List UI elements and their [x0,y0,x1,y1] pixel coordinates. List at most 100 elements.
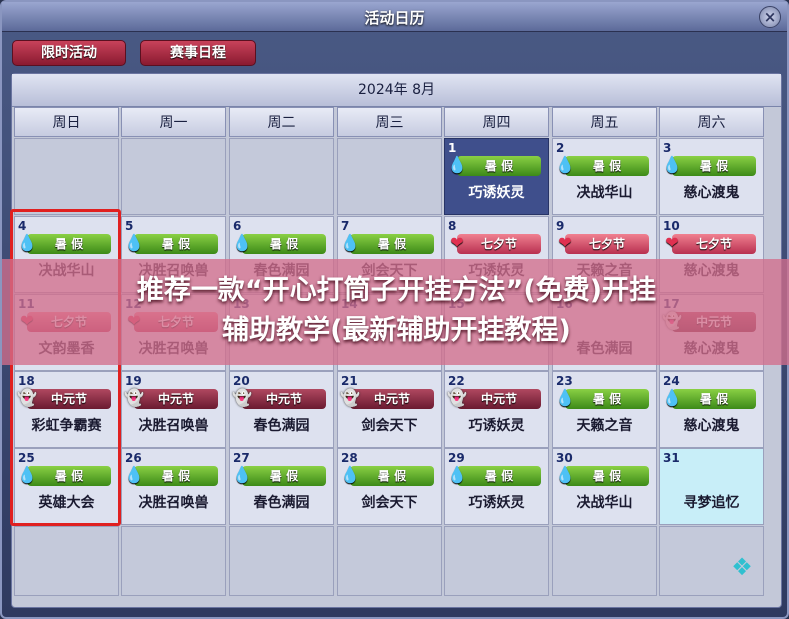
calendar-empty-cell [229,526,334,596]
event-name: 剑会天下 [361,418,418,434]
calendar-day-cell[interactable]: 21 👻 中元节剑会天下 [337,371,442,448]
day-number: 31 [663,451,680,465]
event-name: 决战华山 [576,495,633,511]
heart-icon: ❤ [665,233,679,252]
holiday-badge-label: 中元节 [157,392,194,406]
calendar-day-cell[interactable]: 30 💧 暑 假决战华山 [552,448,657,525]
holiday-badge: 💧 暑 假 [124,465,218,486]
event-name: 寻梦追忆 [683,495,740,511]
holiday-badge-label: 暑 假 [592,469,622,483]
holiday-badge-label: 中元节 [480,392,517,406]
holiday-badge: 💧 暑 假 [232,465,326,486]
ghost-icon: 👻 [447,388,467,407]
tab-event-schedule[interactable]: 赛事日程 [140,40,256,66]
activity-calendar-window: 活动日历 × 限时活动 赛事日程 2024年 8月 周日 周一 周二 周三 周四 周五 周六… [0,0,789,619]
overlay-line-2: 辅助教学(最新辅助开挂教程) [222,315,571,346]
calendar-day-cell[interactable]: 3 💧 暑 假慈心渡鬼 [659,138,764,215]
day-number: 1 [448,141,457,155]
event-name: 巧诱妖灵 [468,495,525,511]
calendar-day-cell[interactable]: 28 💧 暑 假剑会天下 [337,448,442,525]
calendar-day-cell[interactable]: 29 💧 暑 假巧诱妖灵 [444,448,549,525]
ghost-icon: 👻 [232,388,252,407]
highlight-box [10,209,121,526]
day-number: 21 [341,374,358,388]
calendar-day-cell[interactable]: 31 寻梦追忆 [659,448,764,525]
holiday-badge-label: 暑 假 [377,237,407,251]
water-drop-icon: 💧 [124,465,144,484]
day-number: 24 [663,374,680,388]
close-icon[interactable]: × [759,6,781,28]
day-number: 23 [556,374,573,388]
water-drop-icon: 💧 [340,233,360,252]
holiday-badge-label: 七夕节 [480,237,517,251]
holiday-badge: 💧 暑 假 [340,465,434,486]
holiday-badge-label: 暑 假 [269,237,299,251]
calendar-empty-cell [14,526,119,596]
calendar-day-cell[interactable]: 22 👻 中元节巧诱妖灵 [444,371,549,448]
calendar-day-cell[interactable]: 1 💧 暑 假巧诱妖灵 [444,138,549,215]
day-number: 10 [663,219,680,233]
holiday-badge-label: 暑 假 [377,469,407,483]
weekday-header-cell: 周三 [337,107,442,137]
water-drop-icon: 💧 [232,465,252,484]
holiday-badge-label: 暑 假 [592,392,622,406]
holiday-badge-label: 七夕节 [588,237,625,251]
event-name: 剑会天下 [361,495,418,511]
event-name: 春色满园 [253,495,310,511]
holiday-badge-label: 暑 假 [161,237,191,251]
water-drop-icon: 💧 [555,388,575,407]
calendar-day-cell[interactable]: 20 👻 中元节 春色满园 [229,371,334,448]
heart-icon: ❤ [450,233,464,252]
water-drop-icon: 💧 [124,233,144,252]
calendar-empty-cell [121,138,226,215]
holiday-badge-label: 中元节 [373,392,410,406]
water-drop-icon: 💧 [447,155,467,174]
holiday-badge-label: 暑 假 [161,469,191,483]
overlay-line-1: 推荐一款“开心打筒子开挂方法”(免费)开挂 [136,275,657,306]
holiday-badge: 💧 暑 假 [232,233,326,254]
holiday-badge-label: 七夕节 [695,237,732,251]
event-name: 决胜召唤兽 [138,495,209,511]
holiday-badge: 💧 暑 假 [555,388,649,409]
day-number: 22 [448,374,465,388]
tab-limited-activities[interactable]: 限时活动 [12,40,126,66]
calendar-day-cell[interactable]: 24 💧 暑 假慈心渡鬼 [659,371,764,448]
water-drop-icon: 💧 [662,388,682,407]
event-name: 慈心渡鬼 [683,185,740,201]
holiday-badge: 👻 中元节 [340,388,434,409]
event-name: 决胜召唤兽 [138,418,209,434]
calendar-day-cell[interactable]: 19 👻 中元节 决胜召唤兽 [121,371,226,448]
calendar-day-cell[interactable]: 27 💧 暑 假春色满园 [229,448,334,525]
day-number: 27 [233,451,250,465]
event-name: 巧诱妖灵 [468,185,525,201]
calendar-empty-cell [121,526,226,596]
water-drop-icon: 💧 [232,233,252,252]
weekday-header-cell: 周四 [444,107,549,137]
holiday-badge: 👻 中元节 [124,388,218,409]
holiday-badge-label: 暑 假 [699,392,729,406]
event-name: 巧诱妖灵 [468,418,525,434]
day-number: 8 [448,219,457,233]
ad-overlay-banner: 推荐一款“开心打筒子开挂方法”(免费)开挂 辅助教学(最新辅助开挂教程) [2,259,789,365]
holiday-badge: 💧 暑 假 [340,233,434,254]
calendar-empty-cell [14,138,119,215]
gem-icon[interactable]: ❖ [727,552,757,582]
holiday-badge: 💧 暑 假 [555,155,649,176]
holiday-badge: 💧 暑 假 [662,388,756,409]
calendar-empty-cell [337,526,442,596]
day-number: 29 [448,451,465,465]
holiday-badge: 👻 中元节 [447,388,541,409]
weekday-header-cell: 周二 [229,107,334,137]
calendar-day-cell[interactable]: 26 💧 暑 假决胜召唤兽 [121,448,226,525]
holiday-badge: 💧 暑 假 [447,155,541,176]
ghost-icon: 👻 [340,388,360,407]
calendar-day-cell[interactable]: 2 💧 暑 假决战华山 [552,138,657,215]
heart-icon: ❤ [558,233,572,252]
calendar-empty-cell [552,526,657,596]
weekday-header-cell: 周五 [552,107,657,137]
ghost-icon: 👻 [124,388,144,407]
month-label: 2024年 8月 [12,74,781,107]
calendar-day-cell[interactable]: 23 💧 暑 假天籁之音 [552,371,657,448]
day-number: 28 [341,451,358,465]
weekday-header-cell: 周日 [14,107,119,137]
